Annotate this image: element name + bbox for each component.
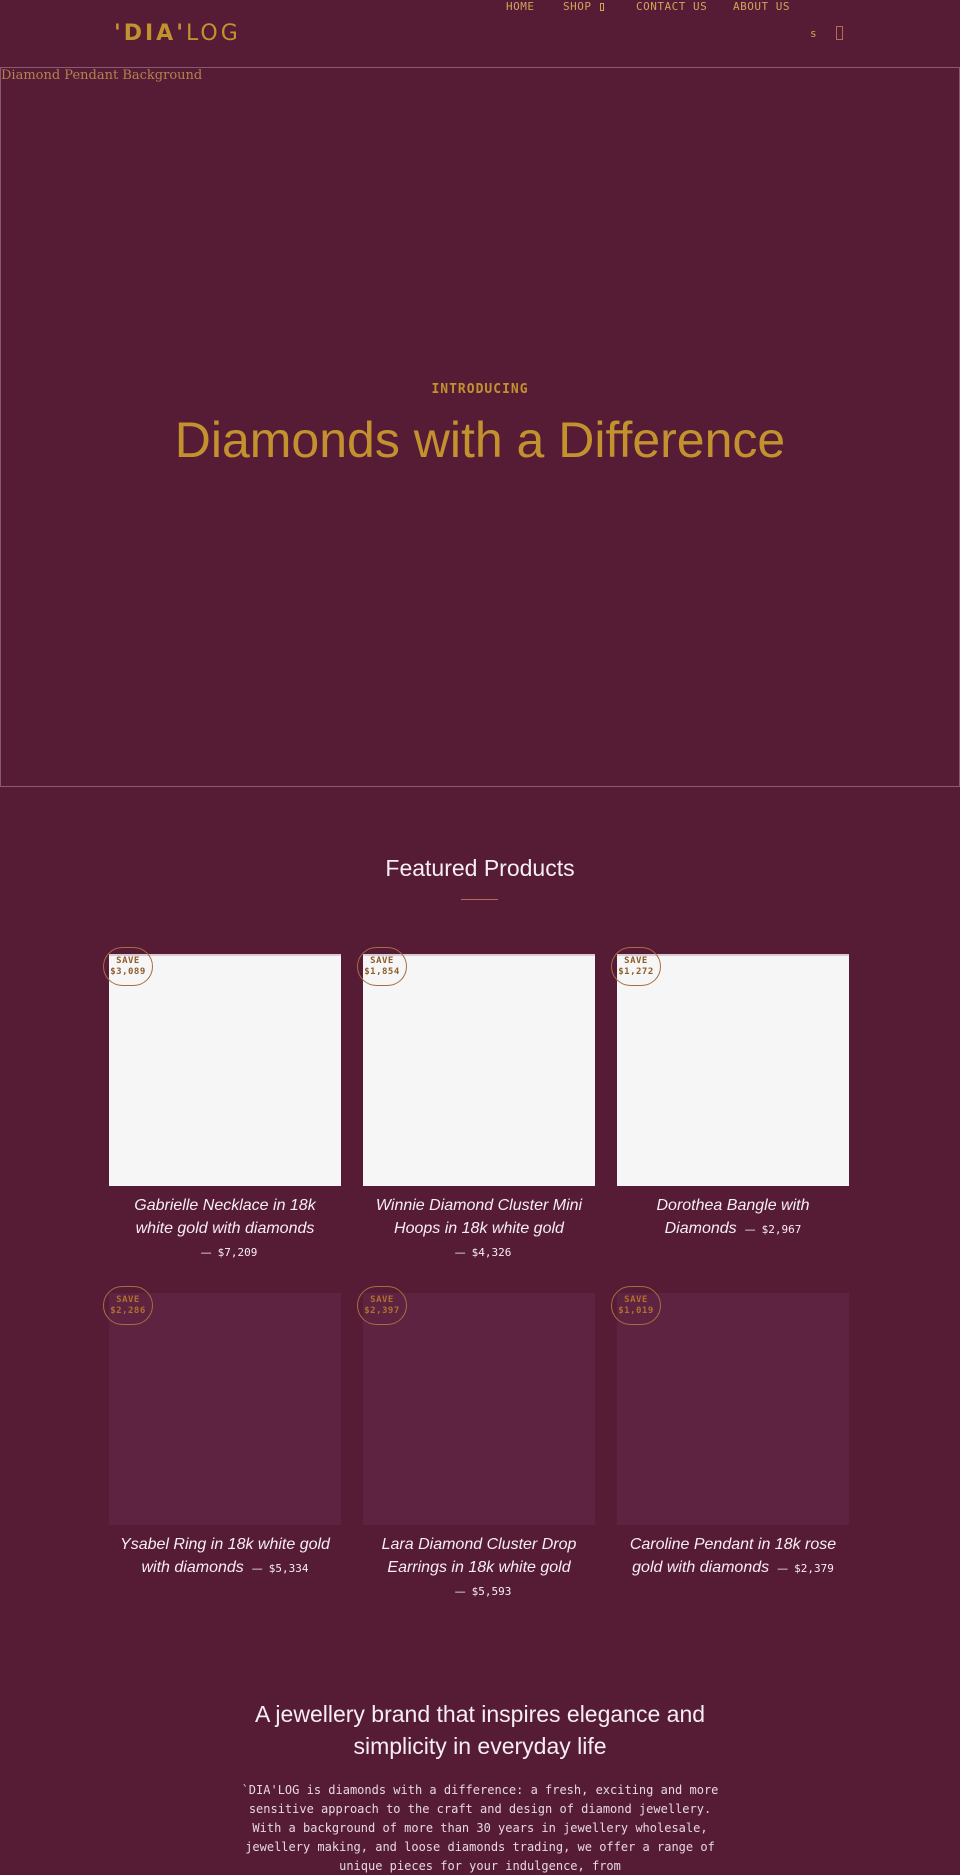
hero-kicker: INTRODUCING (431, 382, 529, 397)
product-info: Ysabel Ring in 18k white gold with diamo… (109, 1533, 341, 1580)
logo-bold: 'DIA' (114, 21, 186, 46)
save-label: SAVE (116, 1295, 140, 1305)
about-text: `DIA'LOG is diamonds with a difference: … (241, 1783, 719, 1873)
product-card[interactable]: SAVE $2,286 Ysabel Ring in 18k white gold … (103, 1286, 341, 1580)
featured-products-title: Featured Products (385, 855, 575, 881)
price-separator: — (454, 1246, 466, 1259)
product-info: Lara Diamond Cluster Drop Earrings in 18… (363, 1533, 595, 1603)
product-info: Caroline Pendant in 18k rose gold with d… (617, 1533, 849, 1580)
price-separator: — (744, 1223, 756, 1236)
hero-banner: Diamond Pendant Background INTRODUCING D… (0, 67, 960, 787)
cart-icon[interactable] (836, 26, 843, 40)
save-label: SAVE (370, 1295, 394, 1305)
nav-shop[interactable]: SHOP (563, 0, 604, 13)
product-price: $5,593 (471, 1585, 512, 1598)
product-price: $2,967 (761, 1223, 802, 1236)
product-card[interactable]: SAVE $2,397 Lara Diamond Cluster Drop Earr… (357, 1286, 595, 1603)
product-price-wrap: — $4,326 (447, 1246, 512, 1259)
nav-contact-us[interactable]: CONTACT US (636, 0, 707, 13)
product-image[interactable] (109, 1293, 341, 1525)
product-info: Dorothea Bangle with Diamonds — $2,967 (617, 1194, 849, 1241)
save-badge: SAVE $1,019 (611, 1286, 661, 1325)
save-badge: SAVE $1,854 (357, 947, 407, 986)
save-amount: $1,272 (618, 967, 654, 977)
save-badge: SAVE $1,272 (611, 947, 661, 986)
product-info: Winnie Diamond Cluster Mini Hoops in 18k… (363, 1194, 595, 1264)
hero-title: Diamonds with a Difference (174, 412, 786, 468)
price-separator: — (777, 1562, 789, 1575)
product-price-wrap: — $7,209 (193, 1246, 258, 1259)
product-price-wrap: — $2,967 (737, 1223, 802, 1236)
product-price-wrap: — $5,593 (447, 1585, 512, 1598)
save-badge: SAVE $2,397 (357, 1286, 407, 1325)
product-image[interactable] (617, 954, 849, 1186)
product-name[interactable]: Gabrielle Necklace in 18k white gold wit… (134, 1197, 315, 1237)
product-price-wrap: — $5,334 (244, 1562, 309, 1575)
hero-image-alt-text: Diamond Pendant Background (1, 68, 203, 83)
product-price: $2,379 (794, 1562, 834, 1575)
save-label: SAVE (624, 1295, 648, 1305)
nav-home[interactable]: HOME (506, 0, 535, 13)
save-label: SAVE (370, 956, 394, 966)
price-separator: — (251, 1562, 263, 1575)
product-price: $7,209 (217, 1246, 258, 1259)
product-image[interactable] (109, 954, 341, 1186)
logo[interactable]: 'DIA'LOG (114, 21, 241, 46)
search-icon[interactable]: s (810, 27, 817, 40)
product-card[interactable]: SAVE $1,272 Dorothea Bangle with Diamonds —… (611, 947, 849, 1241)
save-amount: $1,854 (364, 967, 400, 977)
product-name[interactable]: Winnie Diamond Cluster Mini Hoops in 18k… (376, 1197, 582, 1237)
about-title: A jewellery brand that inspires elegance… (254, 1701, 706, 1759)
save-amount: $1,019 (618, 1306, 654, 1316)
product-name[interactable]: Lara Diamond Cluster Drop Earrings in 18… (382, 1536, 577, 1576)
save-badge: SAVE $2,286 (103, 1286, 153, 1325)
save-amount: $3,089 (110, 967, 146, 977)
product-image[interactable] (617, 1293, 849, 1525)
logo-light: LOG (185, 21, 241, 46)
product-price-wrap: — $2,379 (769, 1562, 834, 1575)
section-divider (461, 899, 498, 900)
site-header: 'DIA'LOG HOME SHOP CONTACT US ABOUT US s (0, 0, 960, 67)
product-card[interactable]: SAVE $1,019 Caroline Pendant in 18k rose g… (611, 1286, 849, 1580)
product-image[interactable] (363, 1293, 595, 1525)
product-info: Gabrielle Necklace in 18k white gold wit… (109, 1194, 341, 1264)
save-amount: $2,397 (364, 1306, 400, 1316)
product-card[interactable]: SAVE $3,089 Gabrielle Necklace in 18k whit… (103, 947, 341, 1264)
price-separator: — (454, 1585, 466, 1598)
product-price: $4,326 (471, 1246, 512, 1259)
product-price: $5,334 (268, 1562, 309, 1575)
nav-about-us[interactable]: ABOUT US (733, 0, 790, 13)
product-card[interactable]: SAVE $1,854 Winnie Diamond Cluster Mini Ho… (357, 947, 595, 1264)
chevron-down-icon (599, 3, 604, 11)
nav-shop-label: SHOP (563, 0, 592, 13)
price-separator: — (200, 1246, 212, 1259)
product-image[interactable] (363, 954, 595, 1186)
save-label: SAVE (624, 956, 648, 966)
save-badge: SAVE $3,089 (103, 947, 153, 986)
save-amount: $2,286 (110, 1306, 146, 1316)
save-label: SAVE (116, 956, 140, 966)
